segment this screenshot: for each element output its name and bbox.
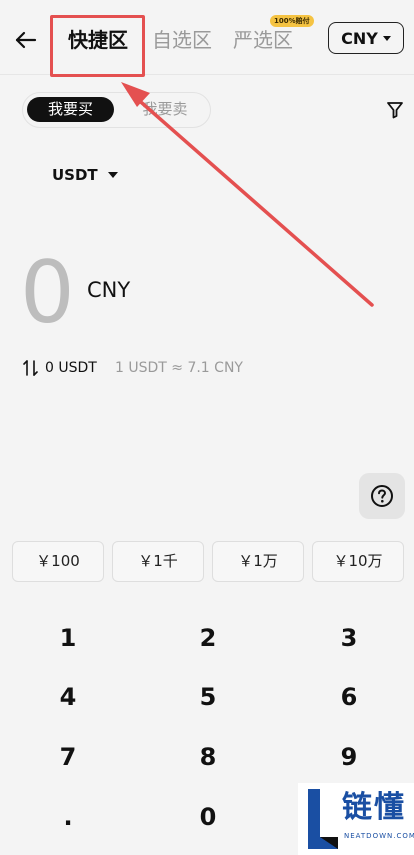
converted-amount: 0 USDT bbox=[45, 360, 97, 376]
caret-down-icon bbox=[107, 172, 118, 178]
quick-amount-button[interactable]: ￥1万 bbox=[212, 541, 304, 582]
keypad-key[interactable]: 5 bbox=[168, 675, 248, 719]
back-arrow-icon[interactable] bbox=[12, 26, 40, 54]
fiat-currency-value: CNY bbox=[341, 28, 378, 48]
question-circle-icon bbox=[371, 485, 393, 507]
keypad-key-decimal[interactable]: . bbox=[28, 795, 108, 839]
tab-custom-zone[interactable]: 自选区 bbox=[152, 26, 212, 54]
keypad-key[interactable]: 0 bbox=[168, 795, 248, 839]
watermark-title: 链懂 bbox=[342, 790, 406, 825]
watermark: 链懂 NEATDOWN.COM bbox=[298, 783, 414, 855]
tab-curated-zone[interactable]: 严选区 bbox=[233, 26, 293, 54]
watermark-subtitle: NEATDOWN.COM bbox=[344, 832, 414, 840]
crypto-select[interactable]: USDT bbox=[52, 166, 118, 184]
compensation-badge: 100%赔付 bbox=[270, 15, 314, 27]
keypad-key[interactable]: 9 bbox=[309, 735, 389, 779]
quick-amount-button[interactable]: ￥10万 bbox=[312, 541, 404, 582]
swap-arrows-icon[interactable] bbox=[22, 359, 40, 377]
filter-icon[interactable] bbox=[386, 101, 404, 119]
buy-toggle-button[interactable]: 我要买 bbox=[27, 97, 114, 122]
caret-down-icon bbox=[382, 35, 391, 41]
keypad-key[interactable]: 3 bbox=[309, 616, 389, 660]
quick-amount-button[interactable]: ￥1千 bbox=[112, 541, 204, 582]
keypad-key[interactable]: 7 bbox=[28, 735, 108, 779]
annotation-highlight-box bbox=[50, 15, 145, 77]
exchange-rate: 1 USDT ≈ 7.1 CNY bbox=[115, 360, 243, 376]
help-button[interactable] bbox=[359, 473, 405, 519]
keypad-key[interactable]: 6 bbox=[309, 675, 389, 719]
amount-value[interactable]: 0 bbox=[20, 243, 75, 343]
keypad-key[interactable]: 8 bbox=[168, 735, 248, 779]
quick-amount-button[interactable]: ￥100 bbox=[12, 541, 104, 582]
amount-unit: CNY bbox=[87, 278, 131, 302]
sell-toggle-button[interactable]: 我要卖 bbox=[123, 97, 207, 122]
annotation-arrow bbox=[121, 82, 374, 307]
keypad-key[interactable]: 1 bbox=[28, 616, 108, 660]
crypto-select-value: USDT bbox=[52, 166, 98, 184]
buy-sell-toggle: 我要买 我要卖 bbox=[22, 92, 211, 128]
keypad-key[interactable]: 2 bbox=[168, 616, 248, 660]
keypad-key[interactable]: 4 bbox=[28, 675, 108, 719]
neatdown-logo-icon bbox=[308, 789, 338, 849]
fiat-currency-select[interactable]: CNY bbox=[328, 22, 404, 54]
